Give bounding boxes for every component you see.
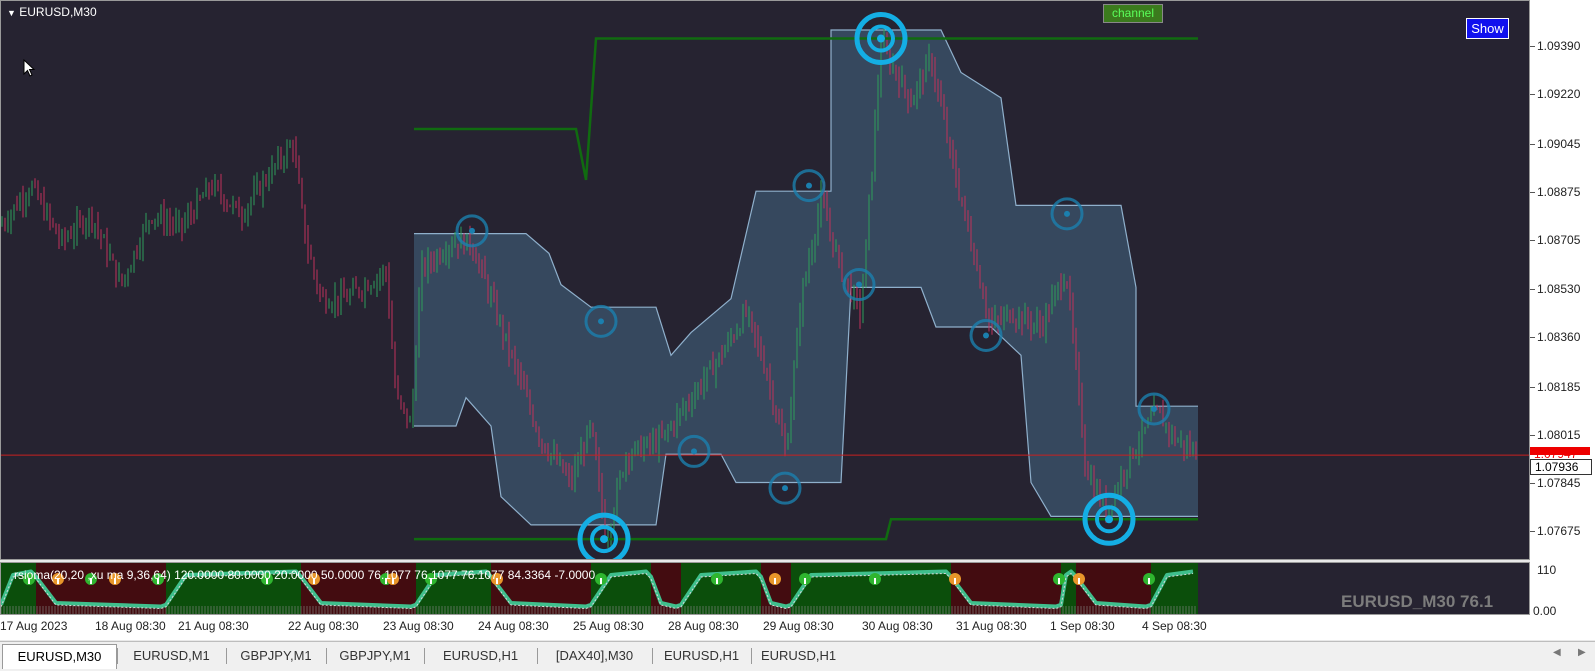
tab-separator <box>326 648 327 664</box>
signal-stem-icon <box>954 578 956 584</box>
signal-stem-icon <box>1058 578 1060 584</box>
signal-dot-icon <box>598 318 604 325</box>
signal-dot-icon <box>469 227 475 234</box>
signal-stem-icon <box>600 578 602 584</box>
signal-dot-icon <box>782 485 788 492</box>
price-label: 1.08705 <box>1537 232 1581 247</box>
price-tick <box>1530 46 1535 47</box>
price-label: 1.08185 <box>1537 379 1581 394</box>
signal-stem-icon <box>804 578 806 584</box>
price-tick <box>1530 239 1535 241</box>
price-tick <box>1530 289 1535 291</box>
tab-gbpjpy-m1[interactable]: GBPJPY,M1 <box>228 644 324 668</box>
signal-dot-icon <box>856 281 862 288</box>
price-label: 1.09220 <box>1537 87 1581 102</box>
tab-scroll-right-icon[interactable]: ▶ <box>1578 647 1586 658</box>
current-price-red-marker: 1.07947 <box>1530 447 1590 461</box>
price-axis[interactable]: 1.09390 1.09220 1.09045 1.08875 1.08705 1.085… <box>1530 0 1595 640</box>
price-tick <box>1530 386 1535 388</box>
price-tick <box>1530 482 1535 484</box>
indicator-label: rsioma(20,20 ,xu ma 9,36,64) 120.0000 80… <box>14 568 596 582</box>
price-label: 1.09390 <box>1537 39 1581 53</box>
chart-title: ▼ EURUSD,M30 <box>7 5 97 19</box>
price-label: 1.08530 <box>1537 282 1581 297</box>
price-label: 1.07845 <box>1537 475 1581 490</box>
signal-dot-icon <box>1105 515 1113 524</box>
time-label: 28 Aug 08:30 <box>668 619 739 633</box>
signal-dot-icon <box>877 34 885 43</box>
price-label: 1.07675 <box>1537 524 1581 538</box>
price-chart[interactable] <box>1 1 1530 560</box>
signal-stem-icon <box>774 578 776 584</box>
time-label: 18 Aug 08:30 <box>95 619 166 633</box>
price-tick <box>1530 434 1535 436</box>
signal-dot-icon <box>1064 210 1070 217</box>
sub-axis-bottom: 0.00 <box>1533 604 1557 618</box>
tab-eurusd-h1[interactable]: EURUSD,H1 <box>426 644 535 668</box>
tab-separator <box>537 648 538 664</box>
signal-dot-icon <box>806 182 812 189</box>
price-label: 1.08015 <box>1537 427 1581 442</box>
price-label: 1.09045 <box>1537 136 1581 151</box>
watermark: EURUSD_M30 76.1 <box>1341 592 1494 611</box>
signal-dot-icon <box>691 448 697 455</box>
sub-axis-top: 110 <box>1537 563 1557 577</box>
chart-tabs: ◀ ▶ EURUSD,M30 EURUSD,M1 GBPJPY,M1 GBPJPY,M… <box>0 641 1595 671</box>
tab-separator <box>751 648 752 664</box>
time-axis[interactable]: 17 Aug 2023 18 Aug 08:30 21 Aug 08:30 22 Au… <box>0 615 1530 640</box>
channel-upper-line <box>414 37 1198 181</box>
time-label: 23 Aug 08:30 <box>383 619 454 633</box>
tab-separator <box>424 648 425 664</box>
time-label: 4 Sep 08:30 <box>1142 619 1207 633</box>
tab-eurusd-m30[interactable]: EURUSD,M30 <box>2 644 117 669</box>
tab-scroll-left-icon[interactable]: ◀ <box>1553 647 1561 658</box>
time-label: 25 Aug 08:30 <box>573 619 644 633</box>
chart-symbol: EURUSD,M30 <box>19 5 97 19</box>
tab-eurusd-h1[interactable]: EURUSD,H1 <box>753 644 844 668</box>
channel-button[interactable]: channel <box>1103 4 1163 23</box>
tab-eurusd-m1[interactable]: EURUSD,M1 <box>119 644 224 668</box>
time-label: 29 Aug 08:30 <box>763 619 834 633</box>
tab-eurusd-h1[interactable]: EURUSD,H1 <box>654 644 749 668</box>
current-price-label: 1.07936 <box>1530 459 1592 476</box>
tab-separator <box>117 648 118 664</box>
signal-stem-icon <box>1078 578 1080 584</box>
main-chart-window[interactable]: ▼ EURUSD,M30 channel Show <box>0 0 1530 560</box>
price-label: 1.08875 <box>1537 184 1581 199</box>
signal-stem-icon <box>1148 578 1150 584</box>
price-tick <box>1530 531 1535 532</box>
signal-dot-icon <box>1151 405 1157 412</box>
tab-gbpjpy-m1[interactable]: GBPJPY,M1 <box>328 644 422 668</box>
price-label: 1.08360 <box>1537 330 1581 345</box>
time-label: 30 Aug 08:30 <box>862 619 933 633</box>
time-label: 17 Aug 2023 <box>0 619 68 633</box>
collapse-triangle-icon[interactable]: ▼ <box>7 8 16 18</box>
time-label: 21 Aug 08:30 <box>178 619 249 633</box>
mouse-pointer-icon <box>23 59 36 77</box>
tab-dax40-m30[interactable]: [DAX40],M30 <box>539 644 650 668</box>
time-label: 1 Sep 08:30 <box>1050 619 1115 633</box>
indicator-window[interactable]: rsioma(20,20 ,xu ma 9,36,64) 120.0000 80… <box>0 562 1530 615</box>
time-label: 22 Aug 08:30 <box>288 619 359 633</box>
tab-separator <box>652 648 653 664</box>
price-tick <box>1530 191 1535 193</box>
signal-dot-icon <box>983 332 989 339</box>
time-label: 31 Aug 08:30 <box>956 619 1027 633</box>
tab-separator <box>226 648 227 664</box>
time-label: 24 Aug 08:30 <box>478 619 549 633</box>
show-button[interactable]: Show <box>1466 18 1509 39</box>
price-tick <box>1530 94 1535 96</box>
signal-dot-icon <box>600 535 608 544</box>
signal-stem-icon <box>716 578 718 584</box>
price-tick <box>1530 337 1535 339</box>
price-tick <box>1530 143 1535 145</box>
signal-stem-icon <box>874 578 876 584</box>
